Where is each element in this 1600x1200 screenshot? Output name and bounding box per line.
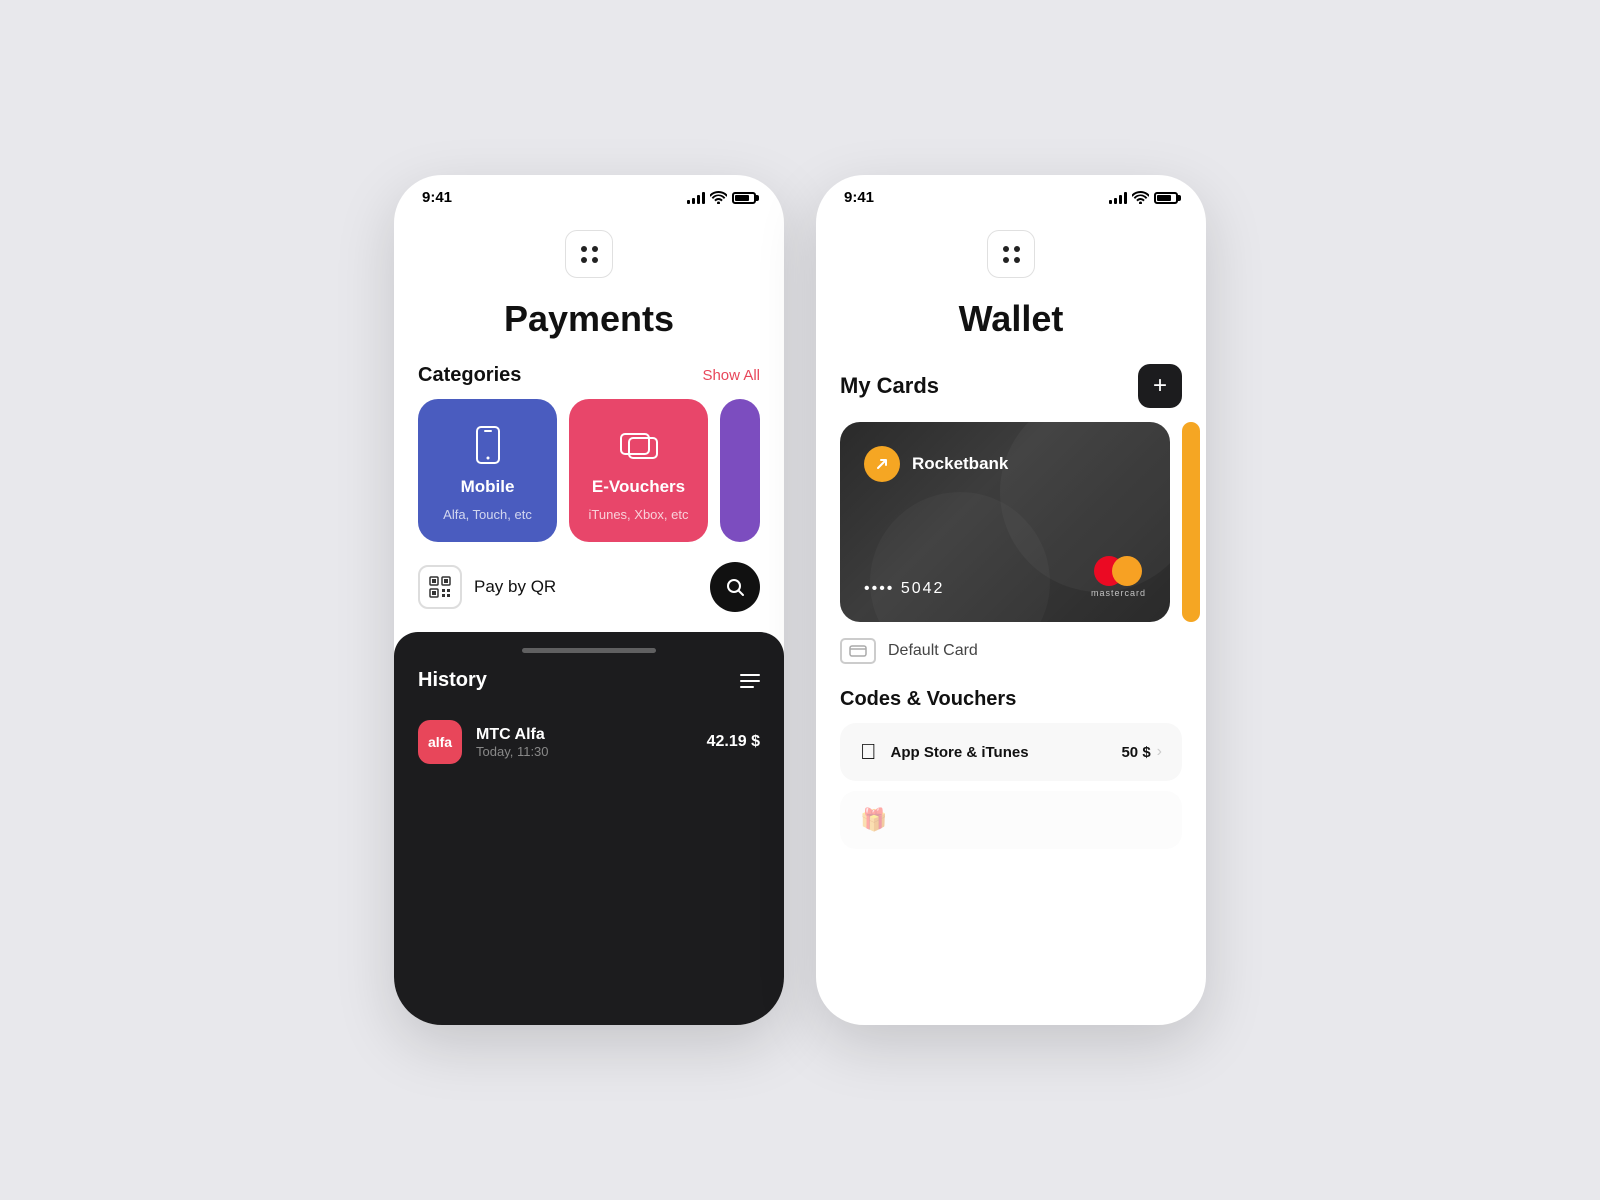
grid-menu-button[interactable] — [565, 230, 613, 278]
status-icons-wallet — [1109, 191, 1178, 204]
qr-row: Pay by QR — [394, 542, 784, 632]
payments-content: Payments Categories Show All Mobile Alfa… — [394, 214, 784, 1025]
next-card-peek[interactable] — [1182, 422, 1200, 622]
codes-vouchers-label: Codes & Vouchers — [816, 680, 1206, 723]
history-section: History alfa MTC Alfa Today, 11:30 42.19… — [394, 632, 784, 1025]
filter-button[interactable] — [740, 674, 760, 688]
voucher-item-placeholder: 🎁 — [840, 791, 1182, 849]
wallet-phone: 9:41 Wallet My Cards — [816, 175, 1206, 1025]
default-card-label: Default Card — [888, 642, 978, 660]
default-card-row: Default Card — [816, 622, 1206, 680]
category-mobile[interactable]: Mobile Alfa, Touch, etc — [418, 399, 557, 542]
qr-left: Pay by QR — [418, 565, 556, 609]
history-title: History — [418, 669, 487, 692]
voucher-left:  App Store & iTunes — [860, 739, 1029, 765]
categories-label: Categories — [418, 364, 521, 387]
mc-orange-circle — [1112, 556, 1142, 586]
wallet-title: Wallet — [816, 278, 1206, 340]
card-bottom: •••• 5042 mastercard — [864, 556, 1146, 598]
voucher-amount: 50 $ — [1121, 744, 1150, 761]
history-name: MTC Alfa — [476, 726, 693, 744]
card-small-icon — [840, 638, 876, 664]
avatar-text: alfa — [428, 734, 452, 750]
qr-icon-box[interactable] — [418, 565, 462, 609]
add-card-button[interactable]: + — [1138, 364, 1182, 408]
category-evouchers[interactable]: E-Vouchers iTunes, Xbox, etc — [569, 399, 708, 542]
battery-icon-wallet — [1154, 192, 1178, 204]
card-number: •••• 5042 — [864, 580, 944, 598]
signal-icon — [687, 192, 705, 204]
status-icons-payments — [687, 191, 756, 204]
credit-card-rocketbank[interactable]: Rocketbank •••• 5042 mastercard — [840, 422, 1170, 622]
search-icon — [725, 577, 745, 597]
mobile-sublabel: Alfa, Touch, etc — [443, 507, 532, 522]
history-avatar: alfa — [418, 720, 462, 764]
history-item[interactable]: alfa MTC Alfa Today, 11:30 42.19 $ — [394, 708, 784, 776]
card-icon — [849, 645, 867, 657]
category-partial[interactable] — [720, 399, 760, 542]
mastercard-logo: mastercard — [1091, 556, 1146, 598]
payments-title: Payments — [394, 278, 784, 340]
categories-row: Mobile Alfa, Touch, etc E-Vouchers iTune… — [394, 399, 784, 542]
status-bar-wallet: 9:41 — [816, 175, 1206, 214]
rocket-icon — [872, 454, 892, 474]
history-date: Today, 11:30 — [476, 744, 693, 759]
show-all-button[interactable]: Show All — [702, 367, 760, 384]
status-bar-payments: 9:41 — [394, 175, 784, 214]
rocketbank-logo — [864, 446, 900, 482]
evouchers-icon — [617, 423, 661, 467]
apple-icon:  — [860, 739, 877, 765]
home-indicator — [522, 648, 656, 653]
history-info: MTC Alfa Today, 11:30 — [476, 726, 693, 759]
my-cards-header: My Cards + — [816, 340, 1206, 422]
qr-label: Pay by QR — [474, 577, 556, 597]
mobile-label: Mobile — [461, 477, 515, 497]
mc-red-circle — [1094, 556, 1124, 586]
voucher-left-placeholder: 🎁 — [860, 807, 887, 833]
history-header: History — [394, 665, 784, 708]
wifi-icon-wallet — [1132, 191, 1149, 204]
battery-icon — [732, 192, 756, 204]
voucher-item-appstore[interactable]:  App Store & iTunes 50 $ › — [840, 723, 1182, 781]
card-top: Rocketbank — [864, 446, 1146, 482]
voucher-right: 50 $ › — [1121, 743, 1162, 761]
evouchers-label: E-Vouchers — [592, 477, 685, 497]
voucher-name: App Store & iTunes — [891, 744, 1029, 761]
mobile-icon — [466, 423, 510, 467]
grid-dots-icon — [581, 246, 598, 263]
grid-menu-button-wallet[interactable] — [987, 230, 1035, 278]
qr-code-icon — [428, 575, 452, 599]
signal-icon-wallet — [1109, 192, 1127, 204]
status-time-payments: 9:41 — [422, 189, 452, 206]
bank-name: Rocketbank — [912, 454, 1008, 474]
categories-section-header: Categories Show All — [394, 340, 784, 399]
payments-phone: 9:41 Payments Categori — [394, 175, 784, 1025]
grid-dots-icon-wallet — [1003, 246, 1020, 263]
evouchers-sublabel: iTunes, Xbox, etc — [589, 507, 689, 522]
wifi-icon — [710, 191, 727, 204]
status-time-wallet: 9:41 — [844, 189, 874, 206]
cards-carousel: Rocketbank •••• 5042 mastercard — [816, 422, 1206, 622]
wallet-content: Wallet My Cards + Rocketbank •••• 504 — [816, 214, 1206, 1025]
mc-label: mastercard — [1091, 588, 1146, 598]
my-cards-label: My Cards — [840, 373, 939, 399]
search-button[interactable] — [710, 562, 760, 612]
chevron-right-icon: › — [1157, 743, 1162, 761]
history-amount: 42.19 $ — [707, 733, 760, 751]
